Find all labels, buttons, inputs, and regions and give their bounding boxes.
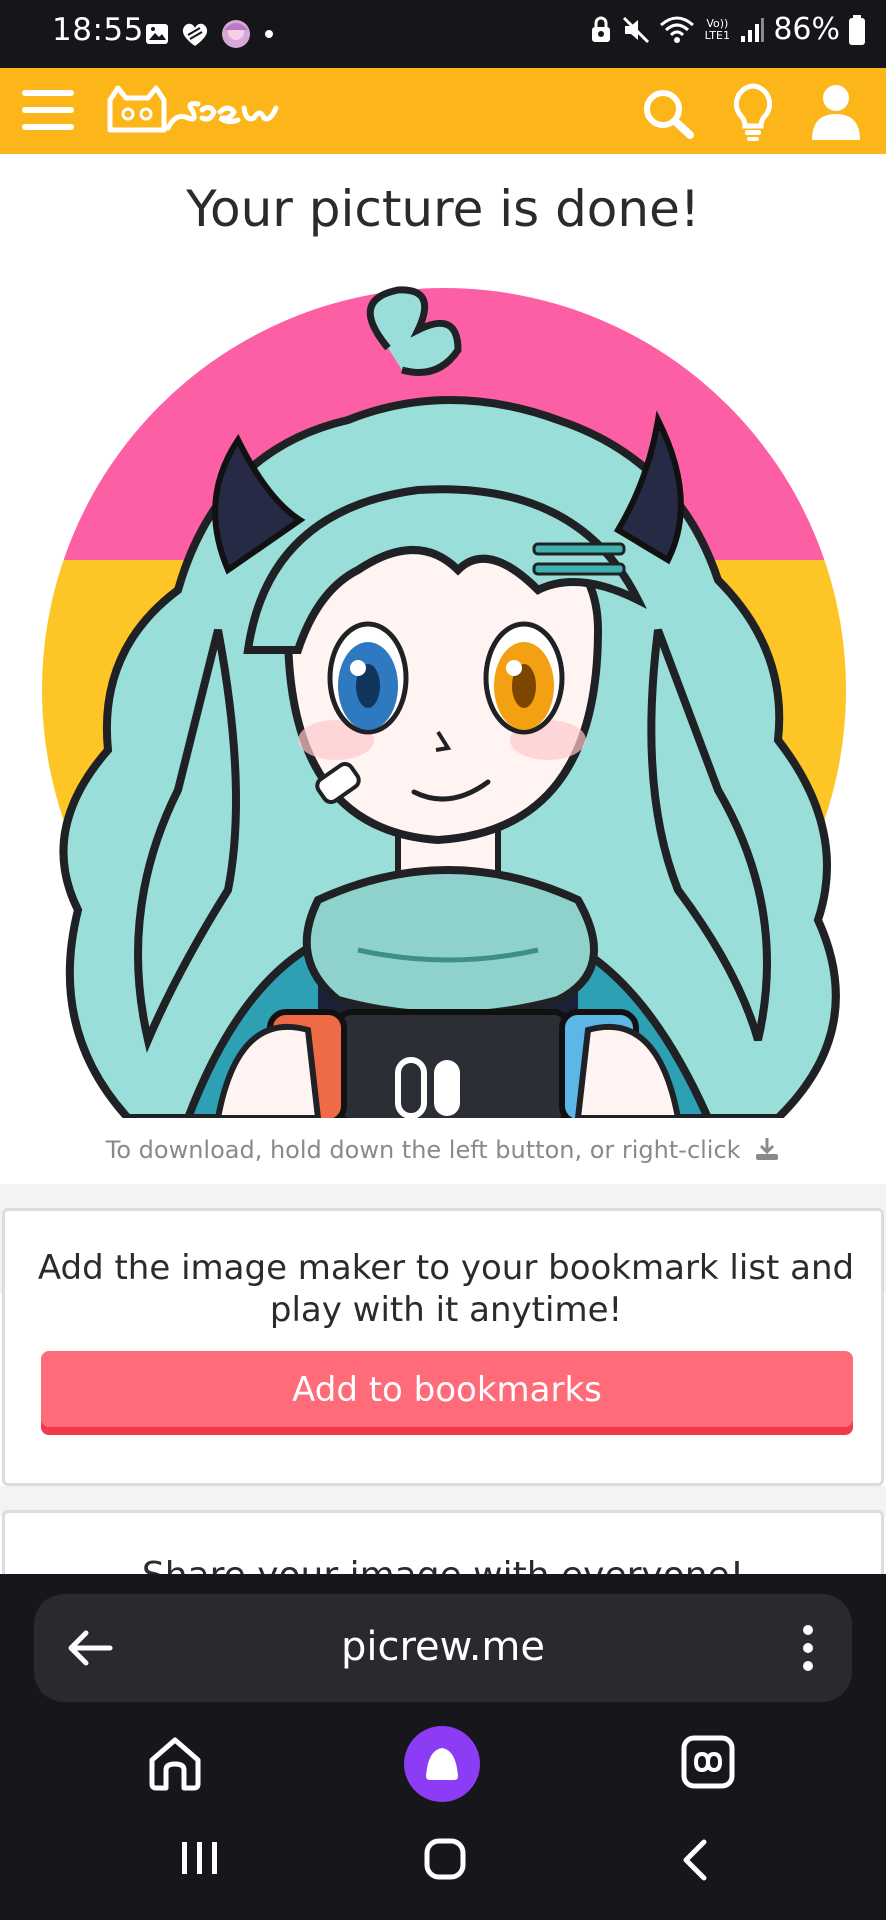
home-icon[interactable]	[146, 1734, 204, 1792]
volte-indicator: Vo)) LTE1	[704, 16, 730, 42]
bookmark-prompt: Add the image maker to your bookmark lis…	[37, 1248, 855, 1330]
lightbulb-icon[interactable]	[730, 82, 776, 142]
recent-apps-icon[interactable]	[180, 1838, 220, 1878]
browser-toolbar: picrew.me	[0, 1574, 886, 1920]
alice-glyph	[426, 1748, 458, 1780]
download-icon	[756, 1138, 779, 1160]
bookmark-card: Add the image maker to your bookmark lis…	[2, 1208, 884, 1486]
add-to-bookmarks-button[interactable]: Add to bookmarks	[41, 1351, 853, 1435]
alice-icon[interactable]	[404, 1726, 480, 1802]
mute-icon	[623, 16, 650, 43]
back-icon[interactable]	[680, 1838, 710, 1882]
address-bar[interactable]: picrew.me	[34, 1594, 852, 1702]
status-time: 18:55	[52, 12, 144, 48]
logo-wordmark	[165, 101, 279, 131]
lock-icon	[592, 16, 611, 42]
status-notification-icons	[144, 18, 276, 50]
avatar-icon	[222, 20, 250, 48]
download-hint-text: To download, hold down the left button, …	[105, 1136, 741, 1164]
page-title: Your picture is done!	[186, 180, 700, 238]
app-header	[0, 68, 886, 154]
battery-icon	[849, 14, 865, 45]
url-text[interactable]: picrew.me	[34, 1624, 852, 1670]
gallery-icon	[146, 24, 168, 44]
picrew-logo[interactable]	[104, 82, 284, 142]
home-button-icon[interactable]	[424, 1838, 466, 1880]
user-icon[interactable]	[808, 82, 864, 142]
dot-icon	[265, 30, 273, 38]
wifi-icon	[660, 16, 695, 43]
search-icon[interactable]	[640, 86, 696, 140]
status-bar: 18:55 Vo)) LTE1 86%	[0, 0, 886, 68]
tabs-icon[interactable]	[680, 1734, 736, 1790]
battery-percent: 86%	[773, 12, 840, 47]
status-system-icons: Vo)) LTE1 86%	[589, 12, 866, 47]
signal-icon	[741, 17, 765, 42]
download-hint: To download, hold down the left button, …	[0, 1136, 886, 1164]
menu-icon[interactable]	[22, 88, 76, 132]
character-illustration	[42, 286, 846, 1118]
more-icon[interactable]	[800, 1622, 816, 1674]
generated-picture[interactable]	[18, 270, 870, 1118]
heart-icon	[182, 23, 208, 46]
